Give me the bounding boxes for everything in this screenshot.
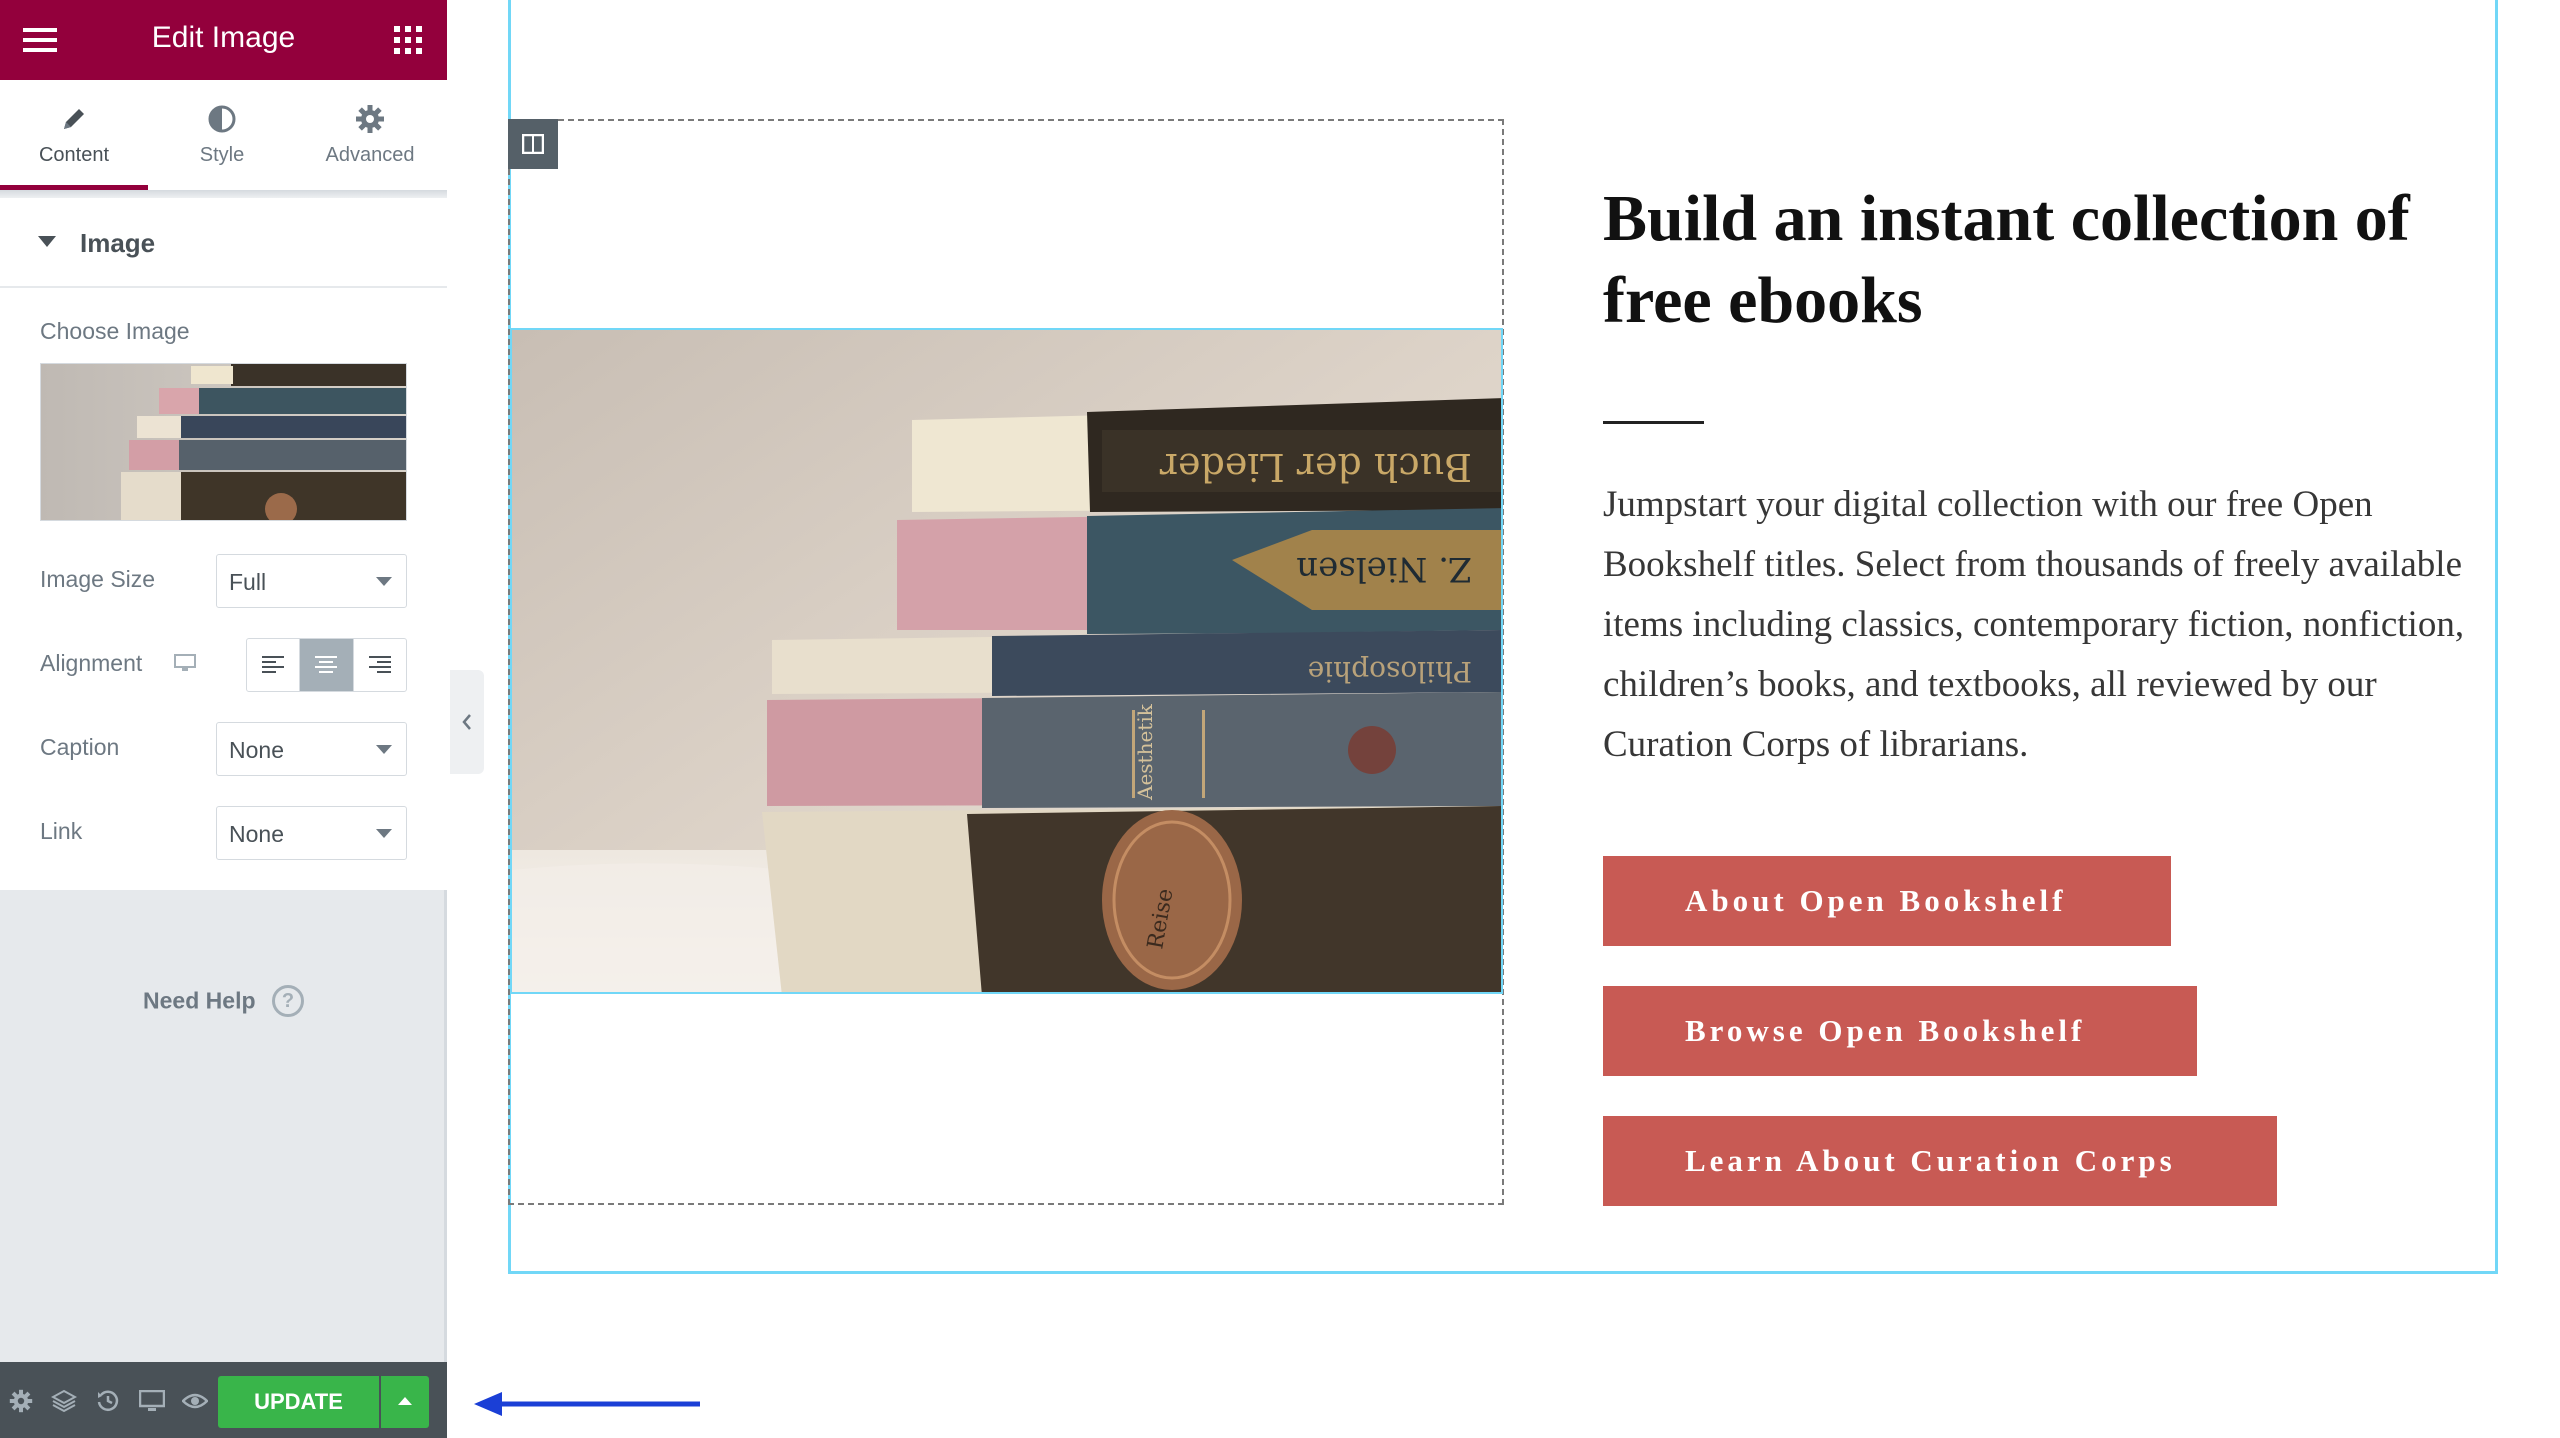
caption-label: Caption — [40, 734, 120, 760]
align-right-icon — [368, 656, 391, 673]
desktop-icon[interactable] — [174, 654, 196, 672]
browse-open-bookshelf-button[interactable]: Browse Open Bookshelf — [1603, 986, 2197, 1076]
contrast-icon — [208, 105, 236, 133]
tab-advanced[interactable]: Advanced — [296, 80, 444, 190]
dropdown-arrow-icon — [376, 577, 392, 586]
link-select[interactable]: None — [216, 806, 407, 860]
panel-header: Edit Image — [0, 0, 447, 80]
pencil-icon — [64, 109, 84, 129]
preview-eye-icon[interactable] — [180, 1386, 210, 1416]
caption-value: None — [229, 737, 284, 763]
hamburger-icon[interactable] — [20, 20, 60, 60]
section-title: Image — [80, 228, 156, 258]
editor-panel: Edit Image Content Style Advanced Image … — [0, 0, 447, 1438]
help-circle-icon: ? — [271, 985, 304, 1017]
image-size-select[interactable]: Full — [216, 554, 407, 608]
align-right-button[interactable] — [354, 639, 406, 691]
gear-icon — [356, 105, 384, 133]
column-handle[interactable] — [508, 119, 558, 169]
image-thumbnail — [41, 364, 406, 520]
book-stack-photo: Buch der Lieder Z. Nielsen Philosophie A… — [512, 330, 1501, 992]
page-heading: Build an instant collection of free eboo… — [1603, 182, 2410, 337]
align-center-icon — [315, 656, 338, 673]
align-center-button[interactable] — [300, 639, 354, 691]
tab-advanced-label: Advanced — [325, 144, 415, 166]
caption-select[interactable]: None — [216, 722, 407, 776]
choose-image-label: Choose Image — [40, 318, 190, 344]
layers-icon[interactable] — [49, 1386, 79, 1416]
book-stack-image[interactable]: Buch der Lieder Z. Nielsen Philosophie A… — [510, 328, 1503, 994]
chevron-left-icon — [462, 714, 471, 730]
about-open-bookshelf-button[interactable]: About Open Bookshelf — [1603, 856, 2171, 946]
annotation-arrow — [474, 1392, 700, 1416]
spine-text: Buch der Lieder — [1159, 445, 1472, 489]
alignment-control — [246, 638, 407, 692]
dropdown-arrow-icon — [376, 745, 392, 754]
apps-grid-icon[interactable] — [388, 20, 428, 60]
align-left-button[interactable] — [247, 639, 301, 691]
need-help-label: Need Help — [143, 987, 256, 1014]
responsive-icon[interactable] — [137, 1386, 167, 1416]
dropdown-arrow-icon — [376, 829, 392, 838]
need-help-link[interactable]: Need Help ? — [0, 985, 447, 1025]
align-left-icon — [262, 656, 285, 673]
spine-text: Philosophie — [1308, 655, 1472, 688]
alignment-label: Alignment — [40, 650, 143, 676]
spine-text: Z. Nielsen — [1296, 549, 1472, 589]
settings-icon[interactable] — [6, 1386, 36, 1416]
tabs-divider — [0, 190, 447, 198]
panel-title: Edit Image — [151, 21, 296, 54]
tab-content[interactable]: Content — [0, 80, 148, 190]
image-size-value: Full — [229, 569, 267, 595]
image-size-label: Image Size — [40, 566, 156, 592]
spine-text: Aesthetik — [1133, 703, 1157, 801]
image-section: Image Choose Image Image Size Full Align… — [0, 198, 447, 890]
tab-content-label: Content — [38, 144, 110, 166]
tab-style-label: Style — [199, 144, 245, 166]
section-toggle[interactable]: Image — [0, 198, 447, 288]
link-value: None — [229, 821, 284, 847]
update-button[interactable]: UPDATE — [218, 1376, 379, 1428]
save-options-button[interactable] — [381, 1376, 429, 1428]
panel-footer: UPDATE — [0, 1362, 447, 1438]
caret-down-icon — [38, 236, 56, 247]
image-picker[interactable] — [40, 363, 407, 521]
tab-style[interactable]: Style — [148, 80, 296, 190]
intro-paragraph: Jumpstart your digital collection with o… — [1603, 484, 2465, 765]
column-icon — [522, 134, 544, 154]
learn-about-curation-corps-button[interactable]: Learn About Curation Corps — [1603, 1116, 2277, 1206]
link-label: Link — [40, 818, 83, 844]
heading-divider — [1603, 421, 1704, 424]
history-icon[interactable] — [93, 1386, 123, 1416]
collapse-panel-button[interactable] — [450, 670, 484, 774]
panel-tabs: Content Style Advanced — [0, 80, 447, 190]
